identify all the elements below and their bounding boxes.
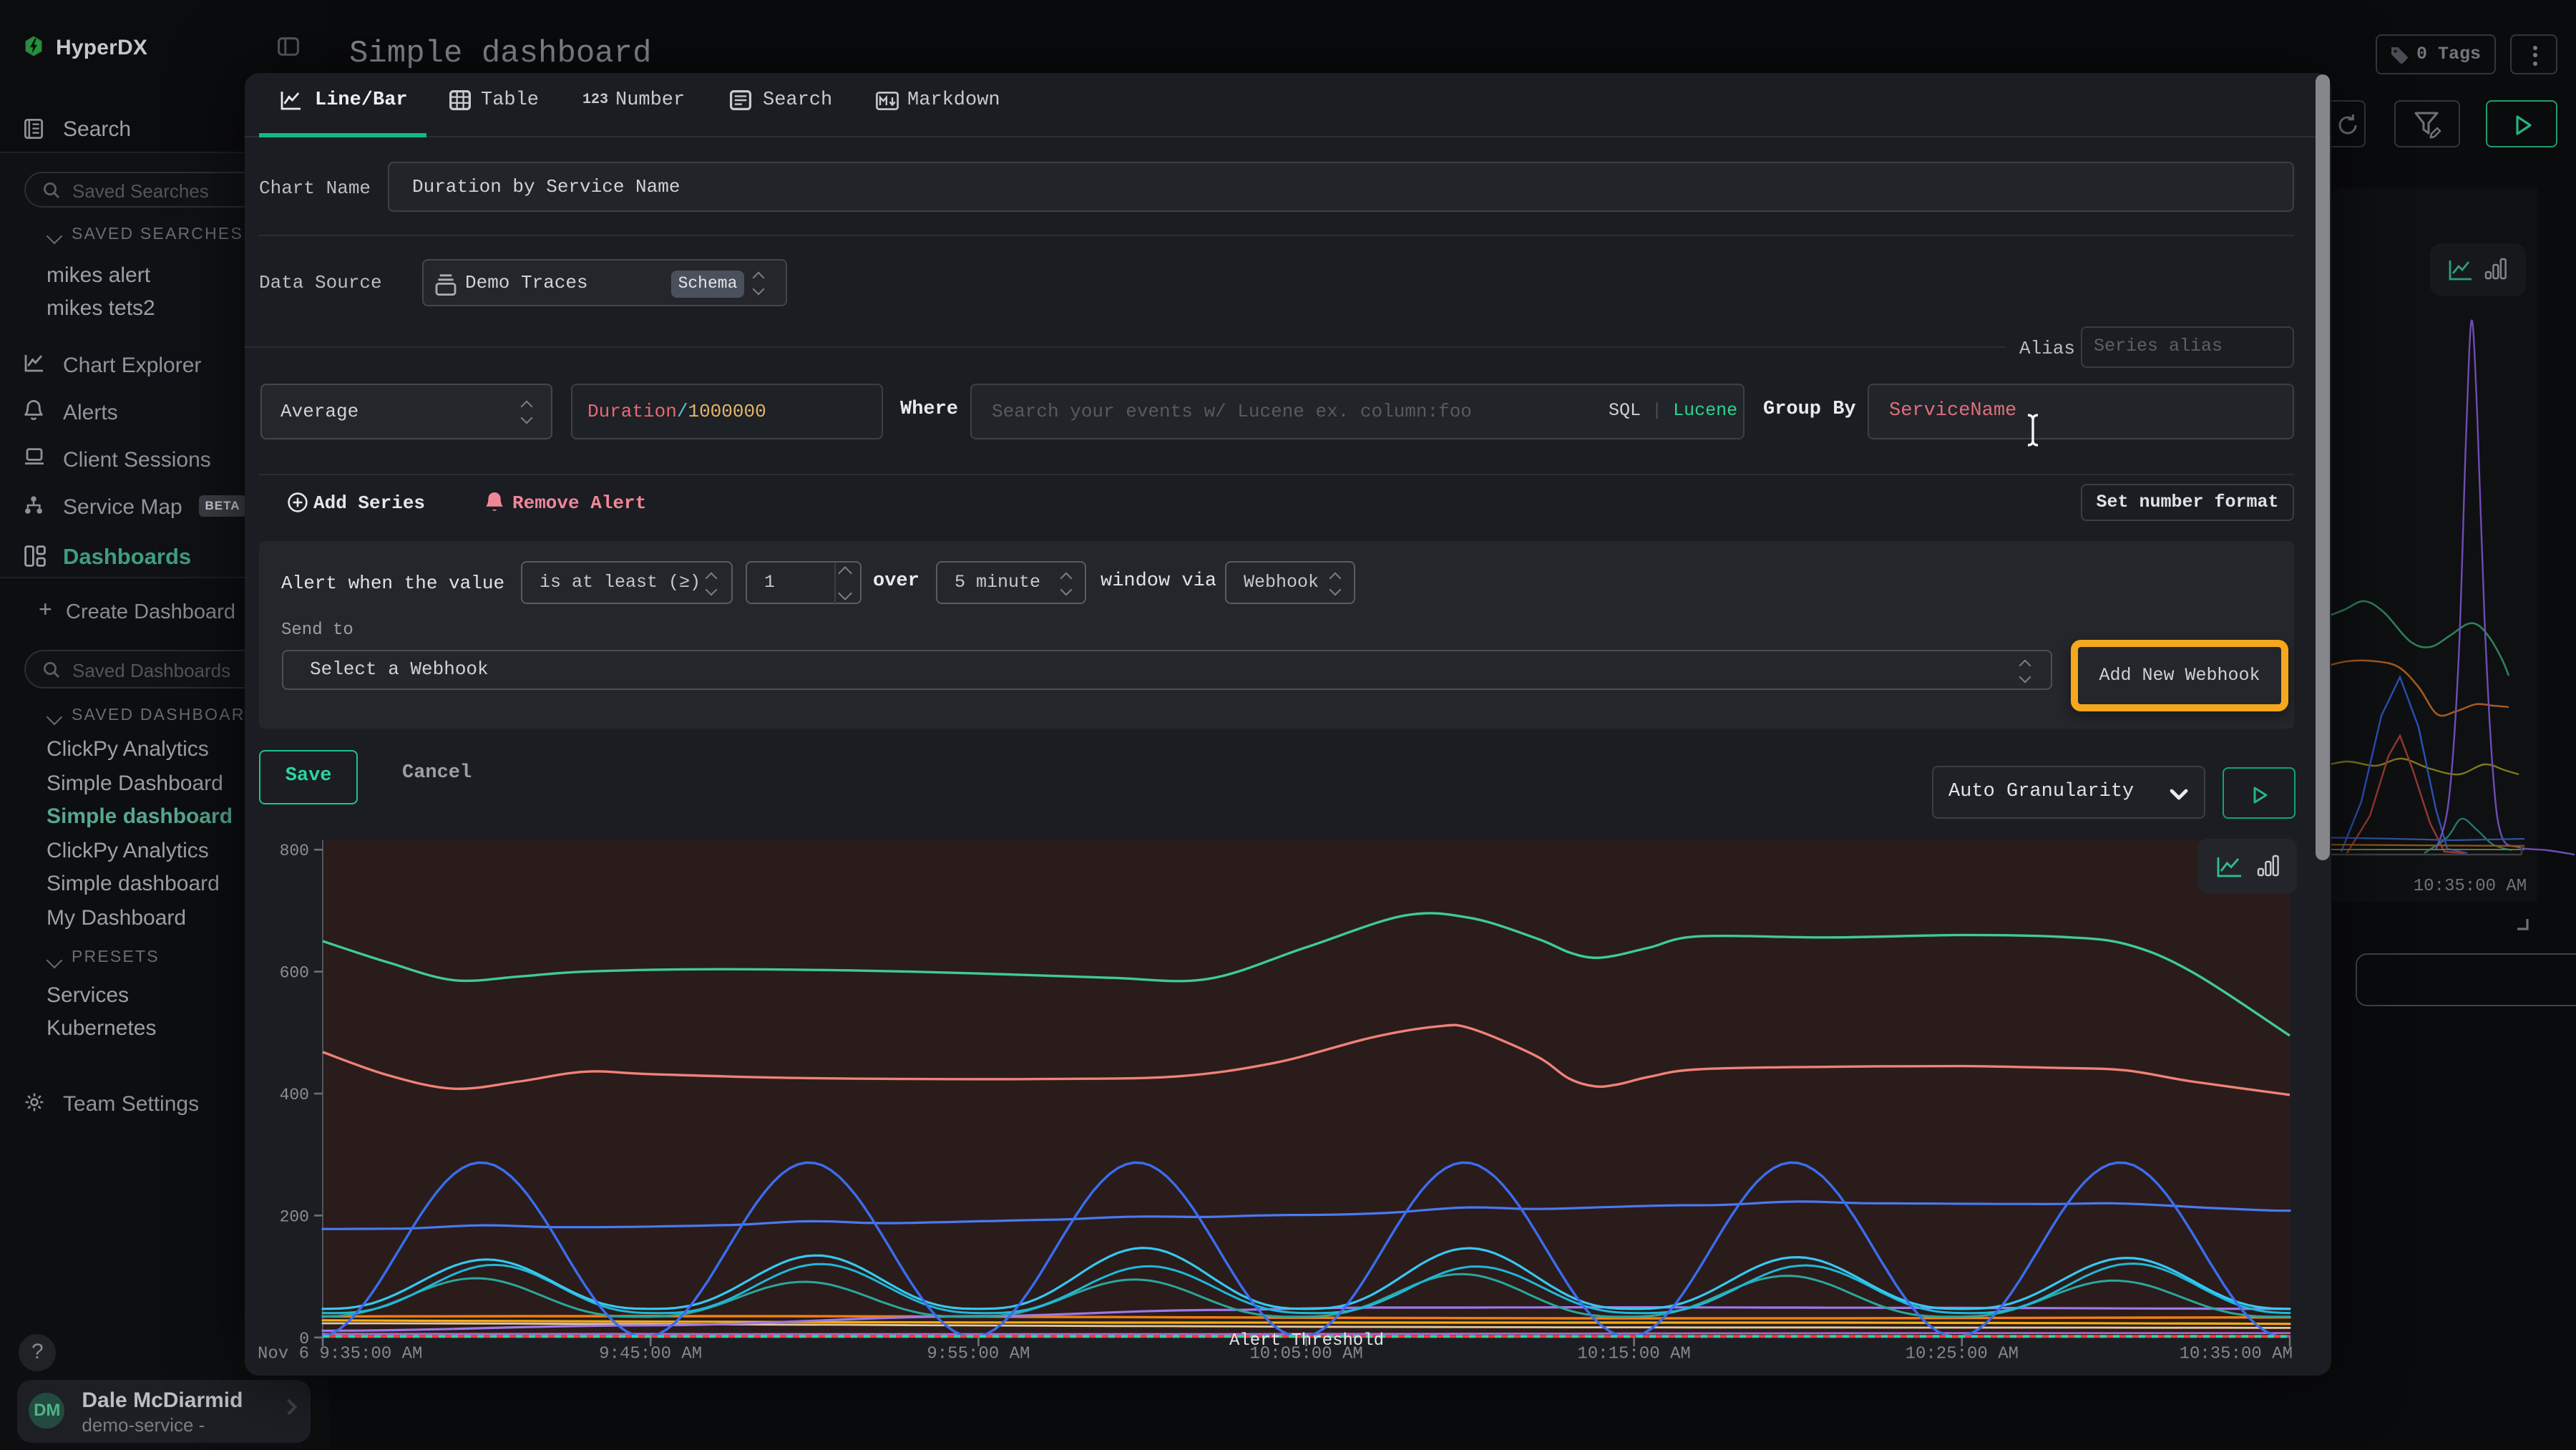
svg-text:10:35:00 AM: 10:35:00 AM	[2180, 1345, 2293, 1364]
svg-text:800: 800	[280, 842, 309, 860]
svg-text:10:35:00 AM: 10:35:00 AM	[2414, 877, 2527, 896]
svg-text:10:25:00 AM: 10:25:00 AM	[1906, 1345, 2019, 1364]
svg-text:Nov 6 9:35:00 AM: Nov 6 9:35:00 AM	[258, 1345, 422, 1364]
svg-text:9:55:00 AM: 9:55:00 AM	[927, 1345, 1030, 1364]
svg-text:600: 600	[280, 964, 309, 983]
svg-text:Alert Threshold: Alert Threshold	[1229, 1331, 1384, 1351]
svg-text:400: 400	[280, 1086, 309, 1104]
svg-text:10:15:00 AM: 10:15:00 AM	[1577, 1345, 1690, 1364]
svg-text:9:45:00 AM: 9:45:00 AM	[599, 1345, 702, 1364]
svg-text:200: 200	[280, 1207, 309, 1226]
